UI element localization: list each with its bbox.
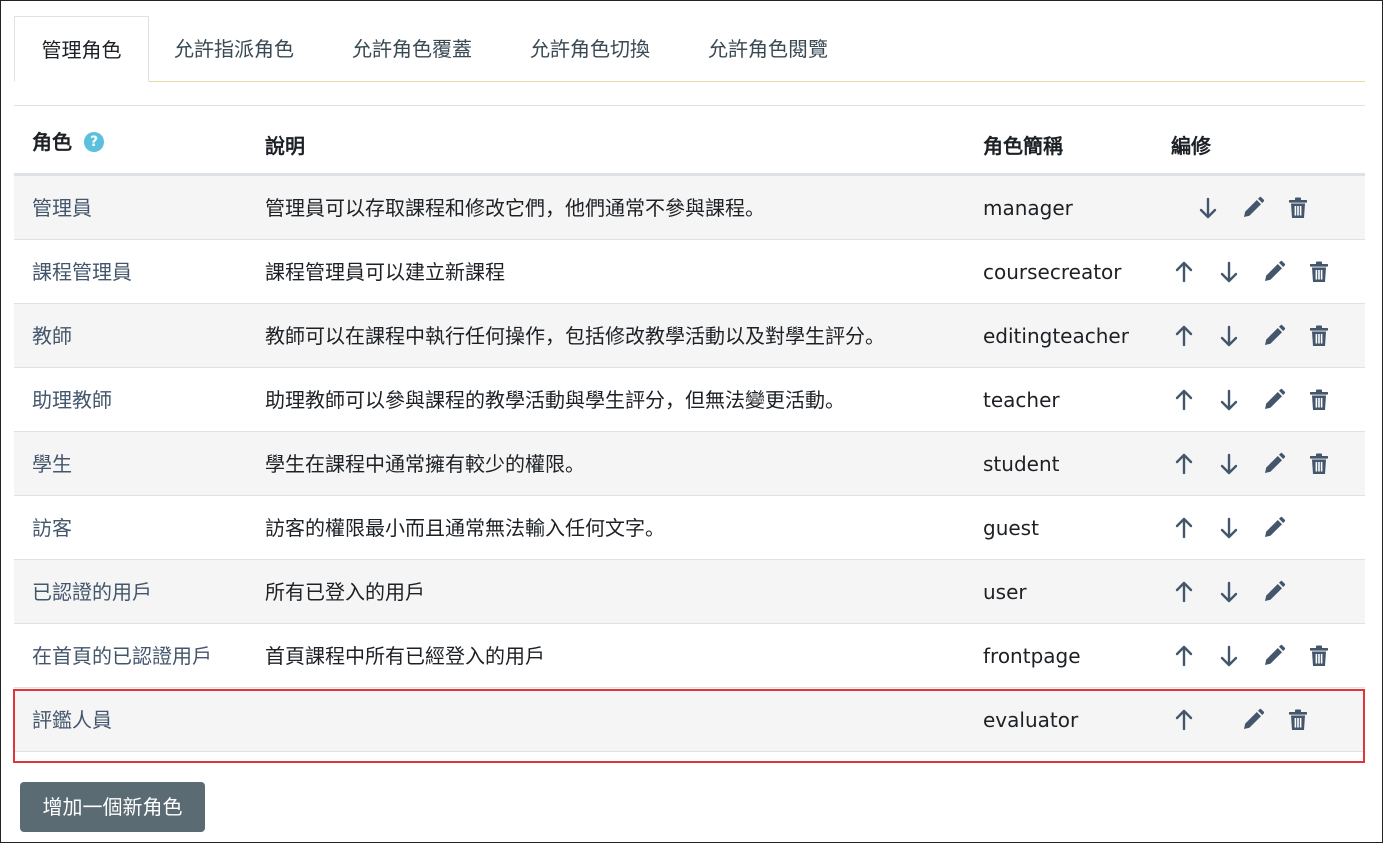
role-description: 訪客的權限最小而且通常無法輸入任何文字。	[265, 516, 665, 540]
tab-allow-override[interactable]: 允許角色覆蓋	[332, 16, 492, 82]
role-name-link[interactable]: 在首頁的已認證用戶	[32, 624, 212, 688]
trash-icon[interactable]	[1307, 388, 1331, 412]
table-row: 訪客 訪客的權限最小而且通常無法輸入任何文字。 guest	[14, 496, 1365, 560]
table-row: 助理教師 助理教師可以參與課程的教學活動與學生評分，但無法變更活動。 teacher	[14, 368, 1365, 432]
role-shortname: user	[983, 580, 1027, 604]
role-description: 助理教師可以參與課程的教學活動與學生評分，但無法變更活動。	[265, 388, 845, 412]
arrow-down-icon[interactable]	[1196, 196, 1220, 220]
role-name-link[interactable]: 課程管理員	[32, 240, 132, 304]
table-row: 課程管理員 課程管理員可以建立新課程 coursecreator	[14, 240, 1365, 304]
header-shortname: 角色簡稱	[983, 134, 1063, 158]
role-description: 所有已登入的用戶	[265, 580, 425, 604]
pencil-icon[interactable]	[1262, 388, 1286, 412]
tab-allow-view[interactable]: 允許角色閱覽	[688, 16, 848, 82]
role-shortname: teacher	[983, 388, 1060, 412]
trash-icon[interactable]	[1307, 452, 1331, 476]
help-icon[interactable]: ?	[84, 131, 104, 152]
role-shortname: frontpage	[983, 644, 1081, 668]
arrow-up-icon[interactable]	[1172, 324, 1196, 348]
role-description: 課程管理員可以建立新課程	[265, 260, 505, 284]
arrow-up-icon[interactable]	[1172, 388, 1196, 412]
pencil-icon[interactable]	[1262, 452, 1286, 476]
pencil-icon[interactable]	[1262, 324, 1286, 348]
table-header: 角色? 說明 角色簡稱 編修	[14, 106, 1365, 176]
roles-table: 角色? 說明 角色簡稱 編修 管理員 管理員可以存取課程和修改它們，他們通常不參與…	[14, 105, 1365, 752]
arrow-up-icon[interactable]	[1172, 260, 1196, 284]
role-name-link[interactable]: 評鑑人員	[32, 688, 112, 752]
arrow-down-icon[interactable]	[1217, 324, 1241, 348]
header-role: 角色?	[32, 126, 104, 155]
tab-bar: 管理角色 允許指派角色 允許角色覆蓋 允許角色切換 允許角色閱覽	[14, 16, 1365, 82]
role-name-link[interactable]: 學生	[32, 432, 72, 496]
page-frame: 管理角色 允許指派角色 允許角色覆蓋 允許角色切換 允許角色閱覽 角色? 說明 …	[0, 0, 1383, 843]
header-role-label: 角色	[32, 130, 72, 154]
role-name-link[interactable]: 管理員	[32, 176, 92, 240]
role-name-link[interactable]: 已認證的用戶	[32, 560, 152, 624]
arrow-down-icon[interactable]	[1217, 516, 1241, 540]
arrow-up-icon[interactable]	[1172, 644, 1196, 668]
trash-icon[interactable]	[1286, 708, 1310, 732]
role-shortname: coursecreator	[983, 260, 1122, 284]
table-row: 已認證的用戶 所有已登入的用戶 user	[14, 560, 1365, 624]
table-body: 管理員 管理員可以存取課程和修改它們，他們通常不參與課程。 manager 課程管理員…	[14, 176, 1365, 752]
arrow-down-icon[interactable]	[1217, 644, 1241, 668]
tab-manage-roles[interactable]: 管理角色	[14, 16, 149, 82]
add-new-role-button[interactable]: 增加一個新角色	[20, 782, 205, 832]
role-name-link[interactable]: 訪客	[32, 496, 72, 560]
role-shortname: editingteacher	[983, 324, 1129, 348]
trash-icon[interactable]	[1286, 196, 1310, 220]
pencil-icon[interactable]	[1241, 196, 1265, 220]
role-description: 教師可以在課程中執行任何操作，包括修改教學活動以及對學生評分。	[265, 324, 885, 348]
role-description: 學生在課程中通常擁有較少的權限。	[265, 452, 585, 476]
pencil-icon[interactable]	[1262, 516, 1286, 540]
role-shortname: manager	[983, 196, 1073, 220]
arrow-down-icon[interactable]	[1217, 452, 1241, 476]
header-description: 說明	[265, 134, 305, 158]
trash-icon[interactable]	[1307, 260, 1331, 284]
table-row: 管理員 管理員可以存取課程和修改它們，他們通常不參與課程。 manager	[14, 176, 1365, 240]
role-shortname: evaluator	[983, 708, 1079, 732]
arrow-up-icon[interactable]	[1172, 580, 1196, 604]
role-name-link[interactable]: 教師	[32, 304, 72, 368]
arrow-up-icon[interactable]	[1172, 452, 1196, 476]
role-shortname: guest	[983, 516, 1039, 540]
arrow-up-icon[interactable]	[1172, 708, 1196, 732]
tab-allow-assign[interactable]: 允許指派角色	[154, 16, 314, 82]
pencil-icon[interactable]	[1262, 580, 1286, 604]
role-description: 首頁課程中所有已經登入的用戶	[265, 644, 545, 668]
table-row: 評鑑人員 evaluator	[14, 688, 1365, 752]
role-description: 管理員可以存取課程和修改它們，他們通常不參與課程。	[265, 196, 765, 220]
arrow-down-icon[interactable]	[1217, 580, 1241, 604]
table-row: 學生 學生在課程中通常擁有較少的權限。 student	[14, 432, 1365, 496]
pencil-icon[interactable]	[1262, 260, 1286, 284]
role-name-link[interactable]: 助理教師	[32, 368, 112, 432]
header-edit: 編修	[1171, 134, 1211, 158]
trash-icon[interactable]	[1307, 644, 1331, 668]
pencil-icon[interactable]	[1241, 708, 1265, 732]
role-shortname: student	[983, 452, 1060, 476]
table-row: 教師 教師可以在課程中執行任何操作，包括修改教學活動以及對學生評分。 editing…	[14, 304, 1365, 368]
arrow-up-icon[interactable]	[1172, 516, 1196, 540]
arrow-down-icon[interactable]	[1217, 260, 1241, 284]
table-row: 在首頁的已認證用戶 首頁課程中所有已經登入的用戶 frontpage	[14, 624, 1365, 688]
pencil-icon[interactable]	[1262, 644, 1286, 668]
trash-icon[interactable]	[1307, 324, 1331, 348]
tab-allow-switch[interactable]: 允許角色切換	[510, 16, 670, 82]
arrow-down-icon[interactable]	[1217, 388, 1241, 412]
